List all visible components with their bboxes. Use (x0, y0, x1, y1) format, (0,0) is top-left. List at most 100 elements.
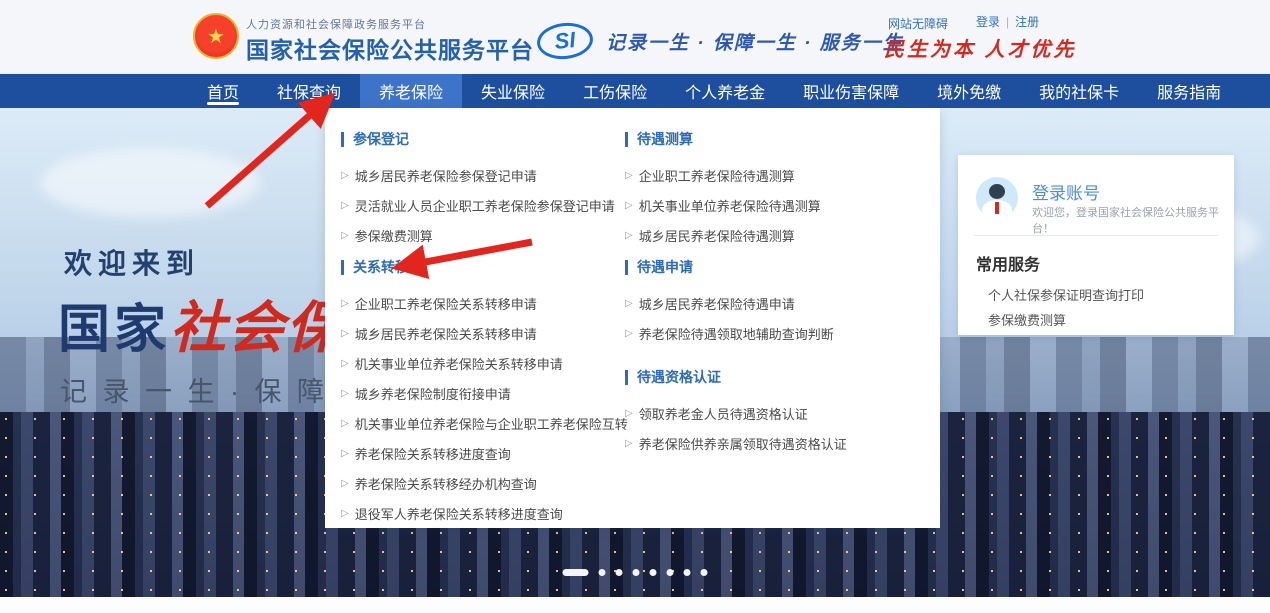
triangle-bullet-icon: ▷ (341, 358, 349, 369)
triangle-bullet-icon: ▷ (625, 328, 633, 339)
cloud-decoration (40, 148, 260, 218)
login-link[interactable]: 登录 (976, 15, 1000, 29)
carousel-dot[interactable] (684, 569, 691, 576)
nav-item-shebao-chaxun[interactable]: 社保查询 (258, 74, 360, 108)
carousel-dot[interactable] (633, 569, 640, 576)
carousel-dot[interactable] (701, 569, 708, 576)
hero-subtitle: 记 录 一 生 · 保 障 (60, 370, 328, 409)
link-label: 养老保险待遇领取地辅助查询判断 (639, 324, 834, 343)
link-label: 退役军人养老保险关系转移进度查询 (355, 504, 563, 523)
link-label: 企业职工养老保险待遇测算 (639, 166, 795, 185)
section-daiyu-shenqing: 待遇申请 ▷ 城乡居民养老保险待遇申请 ▷ 养老保险待遇领取地辅助查询判断 (625, 260, 925, 348)
carousel-dot[interactable] (667, 569, 674, 576)
carousel-dot[interactable] (599, 569, 606, 576)
link-label: 城乡养老保险制度衔接申请 (355, 384, 511, 403)
dropdown-column-left: 参保登记 ▷ 城乡居民养老保险参保登记申请 ▷灵活就业人员企业职工养老保险参保登记… (341, 108, 623, 528)
dropdown-column-right: 待遇测算 ▷企业职工养老保险待遇测算 ▷机关事业单位养老保险待遇测算 ▷城乡居民… (625, 108, 925, 528)
section-daiyu-cesuan: 待遇测算 ▷企业职工养老保险待遇测算 ▷机关事业单位养老保险待遇测算 ▷城乡居民… (625, 132, 925, 250)
triangle-bullet-icon: ▷ (341, 418, 349, 429)
dropdown-link[interactable]: ▷ 城乡居民养老保险待遇测算 (625, 220, 925, 250)
accessibility-link[interactable]: 网站无障碍 (888, 15, 948, 32)
link-label: 机关事业单位养老保险关系转移申请 (355, 354, 563, 373)
triangle-bullet-icon: ▷ (625, 438, 633, 449)
link-label: 养老保险关系转移进度查询 (355, 444, 511, 463)
nav-item-zhiye-shanghai[interactable]: 职业伤害保障 (784, 74, 918, 108)
link-label: 机关事业单位养老保险与企业职工养老保险互转 (355, 414, 628, 433)
nav-item-shiye-baoxian[interactable]: 失业保险 (462, 74, 564, 108)
triangle-bullet-icon: ▷ (341, 200, 349, 211)
carousel-dot[interactable] (650, 569, 657, 576)
hero-title-part1: 国家 (58, 301, 170, 359)
avatar-tie (995, 202, 999, 214)
dropdown-link[interactable]: ▷养老保险关系转移经办机构查询 (341, 468, 623, 498)
dropdown-link[interactable]: ▷城乡养老保险制度衔接申请 (341, 378, 623, 408)
dropdown-link[interactable]: ▷机关事业单位养老保险待遇测算 (625, 190, 925, 220)
dropdown-link[interactable]: ▷灵活就业人员企业职工养老保险参保登记申请 (341, 190, 623, 220)
carousel-dot-active[interactable] (563, 569, 589, 576)
link-label: 城乡居民养老保险关系转移申请 (355, 324, 537, 343)
dropdown-link[interactable]: ▷ 企业职工养老保险关系转移申请 (341, 288, 623, 318)
nav-item-yanglao-baoxian[interactable]: 养老保险 (360, 74, 462, 108)
auth-links: 登录 | 注册 (976, 13, 1039, 30)
national-emblem-icon: ★ (193, 13, 239, 59)
nav-item-wode-shebaoka[interactable]: 我的社保卡 (1020, 74, 1138, 108)
section-guanxi-zhuanyi: 关系转移 ▷企业职工养老保险关系转移申请 ▷城乡居民养老保险关系转移申请 ▷机关… (341, 260, 623, 528)
link-label: 城乡居民养老保险参保登记申请 (355, 166, 537, 185)
login-welcome-text: 欢迎您，登录国家社会保险公共服务平台！ (1032, 204, 1222, 236)
dropdown-link[interactable]: ▷城乡居民养老保险关系转移申请 (341, 318, 623, 348)
common-services-title: 常用服务 (976, 251, 1040, 275)
section-title: 参保登记 (341, 132, 623, 147)
nav-item-geren-yanglaojin[interactable]: 个人养老金 (666, 74, 784, 108)
link-label: 企业职工养老保险关系转移申请 (355, 294, 537, 313)
triangle-bullet-icon: ▷ (625, 200, 633, 211)
dropdown-link[interactable]: ▷领取养老金人员待遇资格认证 (625, 398, 925, 428)
triangle-bullet-icon: ▷ (341, 298, 349, 309)
link-label: 城乡居民养老保险待遇测算 (639, 226, 795, 245)
dropdown-link[interactable]: ▷ 企业职工养老保险待遇测算 (625, 160, 925, 190)
section-links: ▷城乡居民养老保险参保登记申请 ▷灵活就业人员企业职工养老保险参保登记申请 ▷参… (341, 160, 623, 250)
triangle-bullet-icon: ▷ (341, 448, 349, 459)
page: ★ 人力资源和社会保障政务服务平台 国家社会保险公共服务平台 SI 记录一生 ·… (0, 0, 1270, 613)
dropdown-link[interactable]: ▷ 养老保险供养亲属领取待遇资格认证 (625, 428, 925, 458)
nav-item-home[interactable]: 首页 (188, 74, 258, 108)
register-link[interactable]: 注册 (1015, 15, 1039, 29)
login-panel: 登录账号 欢迎您，登录国家社会保险公共服务平台！ 常用服务 个人社保参保证明查询… (958, 155, 1234, 335)
link-label: 参保缴费测算 (355, 226, 433, 245)
dropdown-link[interactable]: ▷ 城乡居民养老保险参保登记申请 (341, 160, 623, 190)
section-title: 待遇申请 (625, 260, 925, 275)
dropdown-link[interactable]: ▷机关事业单位养老保险与企业职工养老保险互转 (341, 408, 623, 438)
section-links: ▷企业职工养老保险关系转移申请 ▷城乡居民养老保险关系转移申请 ▷机关事业单位养… (341, 288, 623, 528)
nav-item-gongshang-baoxian[interactable]: 工伤保险 (564, 74, 666, 108)
dropdown-link[interactable]: ▷ 退役军人养老保险关系转移进度查询 (341, 498, 623, 528)
site-title: 国家社会保险公共服务平台 (246, 31, 534, 65)
triangle-bullet-icon: ▷ (341, 170, 349, 181)
triangle-bullet-icon: ▷ (625, 170, 633, 181)
section-title: 关系转移 (341, 260, 623, 275)
si-logo-icon: SI (535, 20, 594, 62)
triangle-bullet-icon: ▷ (341, 478, 349, 489)
ministry-line: 人力资源和社会保障政务服务平台 (246, 16, 426, 32)
dropdown-link[interactable]: ▷ 养老保险待遇领取地辅助查询判断 (625, 318, 925, 348)
login-account-link[interactable]: 登录账号 (1032, 179, 1100, 204)
dropdown-link[interactable]: ▷ 机关事业单位养老保险关系转移申请 (341, 348, 623, 378)
carousel-dot[interactable] (616, 569, 623, 576)
service-link-canbao-zhengming[interactable]: 个人社保参保证明查询打印 (988, 285, 1144, 304)
slogan: 记录一生 · 保障一生 · 服务一生 (606, 28, 904, 55)
carousel-indicators (563, 569, 708, 576)
service-link-jiaofei-cesuan[interactable]: 参保缴费测算 (988, 310, 1066, 329)
triangle-bullet-icon: ▷ (625, 298, 633, 309)
section-links: ▷领取养老金人员待遇资格认证 ▷ 养老保险供养亲属领取待遇资格认证 (625, 398, 925, 458)
dropdown-link[interactable]: ▷ 养老保险关系转移进度查询 (341, 438, 623, 468)
link-label: 领取养老金人员待遇资格认证 (639, 404, 808, 423)
triangle-bullet-icon: ▷ (625, 230, 633, 241)
si-logo-text: SI (553, 27, 576, 55)
link-label: 城乡居民养老保险待遇申请 (639, 294, 795, 313)
nav-item-jingwai-mianjiao[interactable]: 境外免缴 (918, 74, 1020, 108)
link-label: 养老保险供养亲属领取待遇资格认证 (639, 434, 847, 453)
dropdown-link[interactable]: ▷参保缴费测算 (341, 220, 623, 250)
auth-divider: | (1006, 15, 1009, 29)
section-links: ▷ 企业职工养老保险待遇测算 ▷机关事业单位养老保险待遇测算 ▷ 城乡居民养老保险待… (625, 160, 925, 250)
dropdown-link[interactable]: ▷ 城乡居民养老保险待遇申请 (625, 288, 925, 318)
nav-item-fuwu-zhinan[interactable]: 服务指南 (1138, 74, 1240, 108)
triangle-bullet-icon: ▷ (341, 508, 349, 519)
